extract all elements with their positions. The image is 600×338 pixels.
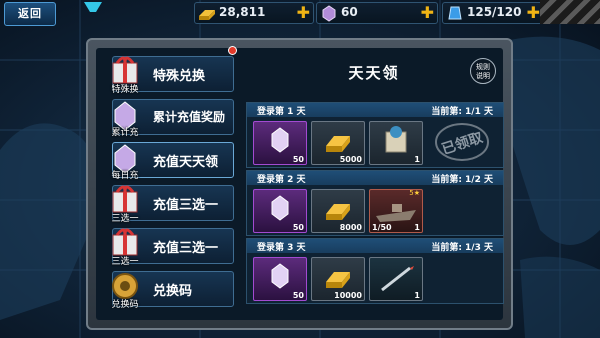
add-gold-button[interactable]: ✚ xyxy=(297,3,310,22)
reward-quantity: 10000 xyxy=(334,291,362,300)
reward-slot-item[interactable]: 1 xyxy=(369,121,423,165)
day-header: 登录第 2 天 当前第: 1/2 天 xyxy=(247,171,503,185)
energy-counter: 125/120 ✚ xyxy=(442,2,544,24)
menu-item-label: 充值天天领 xyxy=(153,155,219,170)
shard-progress: 1/50 xyxy=(372,223,392,232)
reward-slot-missile[interactable]: 1 xyxy=(369,257,423,301)
menu-icon-caption: 特殊换 xyxy=(111,85,139,95)
menu-item-daily-recharge[interactable]: 每日充 充值天天领 xyxy=(111,142,234,181)
menu-icon-caption: 兑换码 xyxy=(111,300,139,310)
day-progress: 当前第: 1/1 天 xyxy=(431,107,493,117)
reward-quantity: 50 xyxy=(292,223,304,232)
add-gems-button[interactable]: ✚ xyxy=(421,3,434,22)
day-reward-row: 登录第 1 天 当前第: 1/1 天 50 5000 1 已领取 xyxy=(246,102,504,168)
reward-quantity: 50 xyxy=(292,155,304,164)
menu-icon-caption: 每日充 xyxy=(111,171,139,181)
reward-quantity: 1 xyxy=(414,223,420,232)
gear-medal-icon: 兑换码 xyxy=(105,268,145,310)
gold-counter: 28,811 ✚ xyxy=(194,2,314,24)
reward-slot-ship[interactable]: 5★ 1/50 1 xyxy=(369,189,423,233)
rules-label-line1: 规则 xyxy=(476,63,490,71)
day-header: 登录第 1 天 当前第: 1/1 天 xyxy=(247,103,503,117)
star-rating: 5★ xyxy=(409,189,420,197)
menu-item-label: 充值三选一 xyxy=(153,241,219,256)
menu-item-label: 充值三选一 xyxy=(153,198,219,213)
day-progress: 当前第: 1/3 天 xyxy=(431,243,493,253)
day-reward-row: 登录第 3 天 当前第: 1/3 天 50 10000 1 xyxy=(246,238,504,304)
day-reward-row: 登录第 2 天 当前第: 1/2 天 50 8000 5★ 1/50 1 xyxy=(246,170,504,236)
rules-button[interactable]: 规则 说明 xyxy=(470,58,496,84)
menu-item-cumulative-recharge[interactable]: 累计充 累计充值奖励 xyxy=(111,99,234,138)
gift-box-icon: 三选一 xyxy=(105,182,145,224)
add-energy-button[interactable]: ✚ xyxy=(527,3,540,22)
day-label: 登录第 3 天 xyxy=(257,243,306,253)
gold-bars-icon xyxy=(199,10,215,20)
radar-emblem-icon xyxy=(84,2,102,12)
energy-amount: 125/120 xyxy=(467,5,522,19)
menu-item-redeem-code[interactable]: 兑换码 兑换码 xyxy=(111,271,234,310)
reward-quantity: 50 xyxy=(292,291,304,300)
day-header: 登录第 3 天 当前第: 1/3 天 xyxy=(247,239,503,253)
page-title: 天天领 xyxy=(348,64,400,82)
hazard-stripe-decoration xyxy=(540,0,600,24)
reward-slot-gold[interactable]: 8000 xyxy=(311,189,365,233)
menu-item-recharge-pick-one[interactable]: 三选一 充值三选一 xyxy=(111,185,234,224)
gift-box-icon: 三选一 xyxy=(105,225,145,267)
day-label: 登录第 2 天 xyxy=(257,175,306,185)
menu-icon-caption: 三选一 xyxy=(111,214,139,224)
menu-icon-caption: 累计充 xyxy=(111,128,139,138)
purple-gem-icon: 累计充 xyxy=(105,96,145,138)
reward-quantity: 1 xyxy=(414,291,420,300)
reward-quantity: 5000 xyxy=(339,155,362,164)
menu-item-label: 兑换码 xyxy=(153,284,193,299)
purple-gem-icon xyxy=(322,5,336,22)
rules-label-line2: 说明 xyxy=(476,72,490,80)
back-button[interactable]: 返回 xyxy=(4,2,56,26)
menu-item-label: 累计充值奖励 xyxy=(153,110,226,124)
menu-item-recharge-pick-one-2[interactable]: 三选一 充值三选一 xyxy=(111,228,234,267)
purple-gem-icon: 每日充 xyxy=(105,139,145,181)
notification-dot xyxy=(228,46,237,55)
energy-vial-icon xyxy=(448,6,462,20)
menu-icon-caption: 三选一 xyxy=(111,257,139,267)
top-bar: 返回 28,811 ✚ 60 ✚ 125/120 ✚ xyxy=(0,0,600,26)
reward-quantity: 1 xyxy=(414,155,420,164)
gift-box-icon: 特殊换 xyxy=(105,53,145,95)
reward-slot-gem[interactable]: 50 xyxy=(253,121,307,165)
claimed-stamp: 已领取 xyxy=(427,119,497,165)
daily-rewards-content: 天天领 规则 说明 登录第 1 天 当前第: 1/1 天 50 5000 1 已… xyxy=(246,52,504,316)
gem-counter: 60 ✚ xyxy=(316,2,438,24)
reward-slot-gem[interactable]: 50 xyxy=(253,257,307,301)
reward-slot-gold[interactable]: 10000 xyxy=(311,257,365,301)
reward-slot-gem[interactable]: 50 xyxy=(253,189,307,233)
gem-amount: 60 xyxy=(341,5,358,19)
day-label: 登录第 1 天 xyxy=(257,107,306,117)
menu-item-special-exchange[interactable]: 特殊换 特殊兑换 xyxy=(111,56,234,95)
reward-slot-gold[interactable]: 5000 xyxy=(311,121,365,165)
day-progress: 当前第: 1/2 天 xyxy=(431,175,493,185)
menu-item-label: 特殊兑换 xyxy=(153,69,206,84)
gold-amount: 28,811 xyxy=(219,5,266,19)
title-bar: 天天领 规则 说明 xyxy=(246,52,502,94)
reward-quantity: 8000 xyxy=(339,223,362,232)
